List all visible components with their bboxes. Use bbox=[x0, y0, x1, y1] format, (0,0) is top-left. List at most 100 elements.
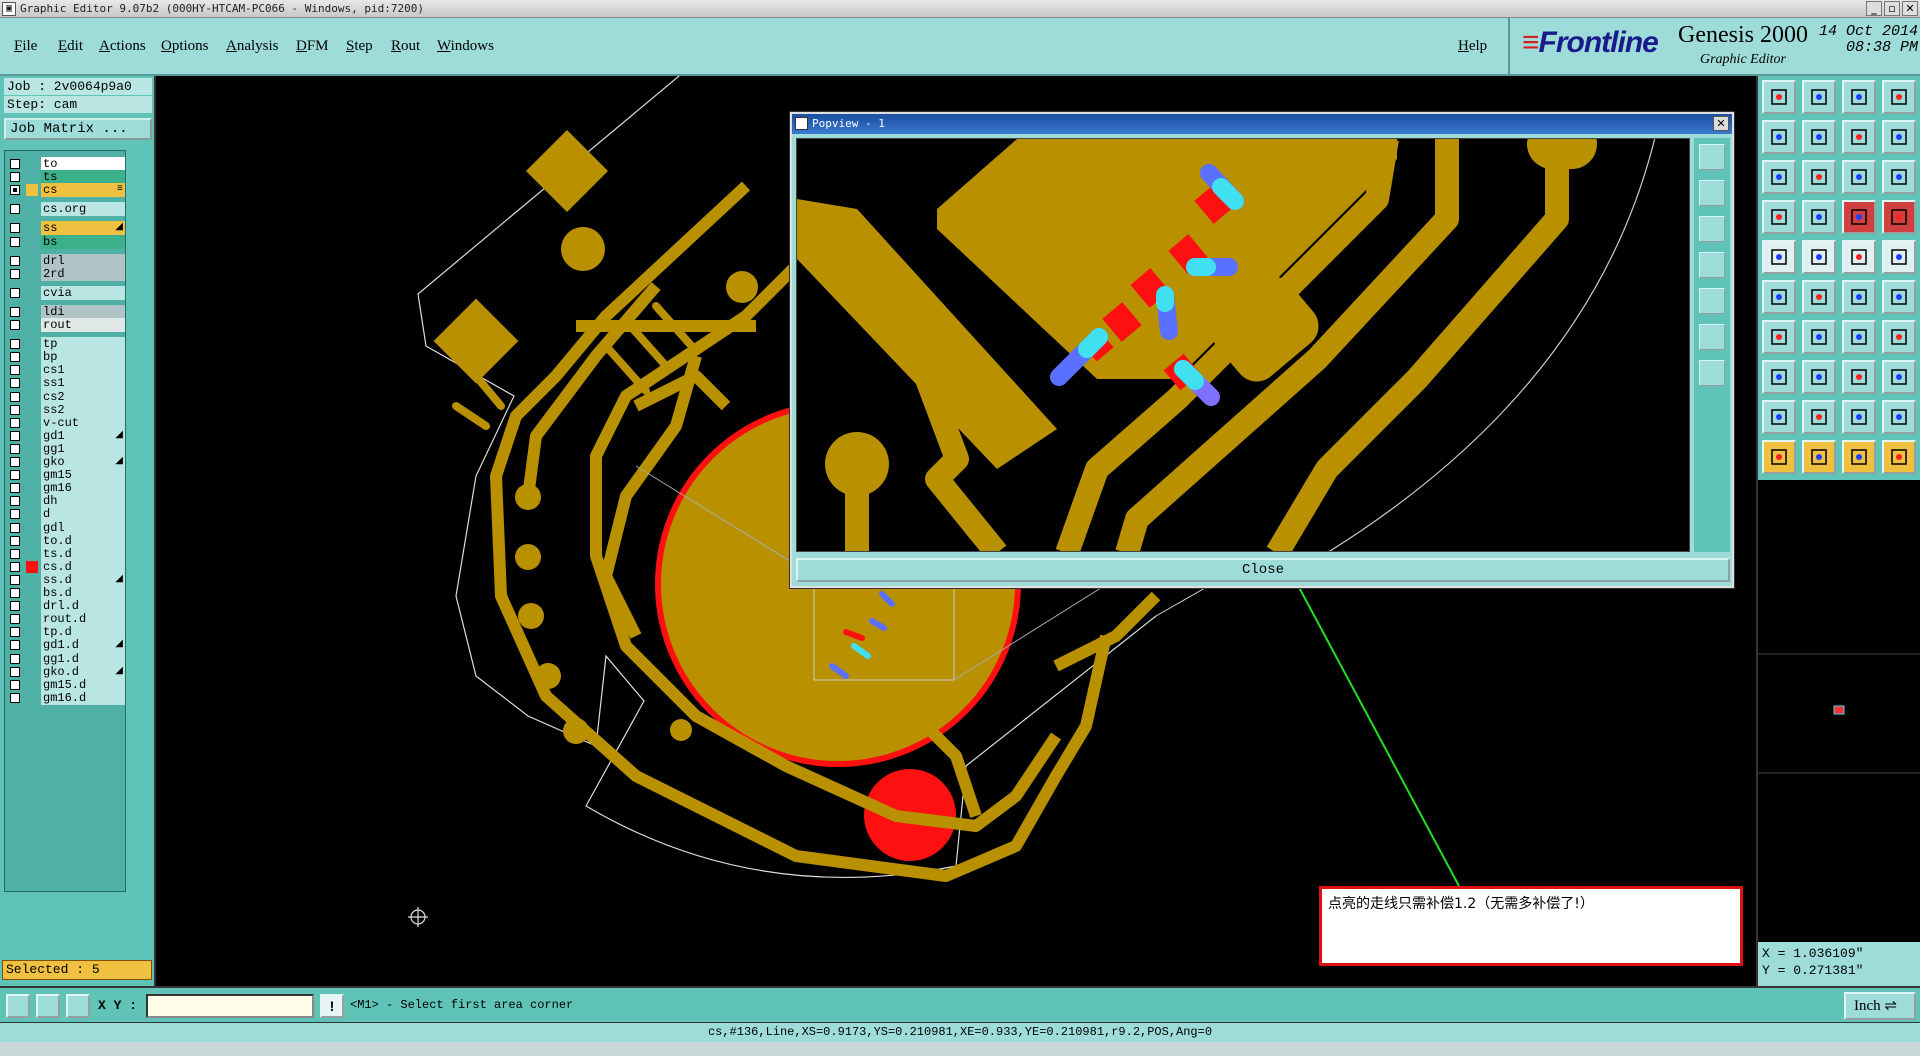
layer-row[interactable]: drl bbox=[7, 253, 125, 268]
layer-row[interactable]: gm15.d bbox=[7, 677, 125, 692]
menu-actions[interactable]: Actions bbox=[99, 38, 146, 55]
close-icon[interactable]: ✕ bbox=[1902, 1, 1918, 16]
layer-name[interactable]: dh bbox=[41, 494, 125, 509]
layer-row[interactable]: ss1 bbox=[7, 376, 125, 391]
layer-name[interactable]: gg1 bbox=[41, 441, 125, 456]
layer-checkbox[interactable] bbox=[10, 320, 20, 330]
layer-checkbox[interactable] bbox=[10, 204, 20, 215]
layer-row[interactable]: 2rd bbox=[7, 266, 125, 281]
layer-checkbox[interactable] bbox=[10, 430, 20, 441]
popview-canvas[interactable] bbox=[796, 138, 1690, 552]
layer-row[interactable]: drl.d bbox=[7, 599, 125, 614]
menu-edit[interactable]: Edit bbox=[58, 38, 83, 55]
layer-row[interactable]: ldi bbox=[7, 304, 125, 319]
layer-row[interactable]: gd1.d ◢ bbox=[7, 638, 125, 653]
layer-checkbox[interactable] bbox=[10, 159, 20, 169]
zoom-home-icon[interactable] bbox=[1762, 80, 1796, 114]
layer-row[interactable]: v-cut bbox=[7, 415, 125, 430]
layer-checkbox[interactable] bbox=[10, 548, 20, 559]
popview-center-icon[interactable] bbox=[1699, 360, 1725, 386]
layer-name[interactable]: gm16.d bbox=[41, 690, 125, 705]
layer-checkbox[interactable] bbox=[10, 457, 20, 467]
scale-icon[interactable] bbox=[1842, 160, 1876, 194]
layer-name[interactable]: gg1.d bbox=[41, 651, 125, 666]
line-tool-icon[interactable] bbox=[1802, 240, 1836, 274]
job-matrix-button[interactable]: Job Matrix ... bbox=[4, 118, 152, 140]
layer-checkbox[interactable] bbox=[10, 443, 20, 454]
layer-row[interactable]: gm16 bbox=[7, 481, 125, 496]
redo-view-icon[interactable] bbox=[1882, 120, 1916, 154]
layer-name[interactable]: ts.d bbox=[41, 546, 125, 561]
layer-checkbox[interactable] bbox=[10, 378, 20, 389]
layer-name[interactable]: gko.d ◢ bbox=[41, 664, 125, 679]
layer-name[interactable]: bs bbox=[41, 234, 125, 249]
layer-row[interactable]: gg1.d bbox=[7, 651, 125, 666]
triangle-outline-icon[interactable] bbox=[1762, 400, 1796, 434]
zoom-in-icon[interactable] bbox=[1802, 80, 1836, 114]
layer-name[interactable]: 2rd bbox=[41, 266, 125, 281]
layer-row[interactable]: cvia bbox=[7, 285, 125, 300]
menu-step[interactable]: Step bbox=[346, 38, 373, 55]
layer-checkbox[interactable] bbox=[10, 404, 20, 415]
layer-row[interactable]: tp.d bbox=[7, 625, 125, 640]
mirror-icon[interactable] bbox=[1882, 320, 1916, 354]
popview-title-bar[interactable]: Popview - 1 ✕ bbox=[792, 114, 1732, 134]
menu-rout[interactable]: Rout bbox=[391, 38, 420, 55]
layer-row[interactable]: ss2 bbox=[7, 402, 125, 417]
layer-row[interactable]: tp bbox=[7, 337, 125, 352]
layer-name[interactable]: rout.d bbox=[41, 612, 125, 627]
layer-checkbox[interactable] bbox=[10, 640, 20, 651]
minimize-icon[interactable]: _ bbox=[1866, 1, 1882, 16]
layer-checkbox[interactable] bbox=[10, 522, 20, 533]
menu-file[interactable]: File bbox=[14, 38, 37, 55]
layer-row[interactable]: rout.d bbox=[7, 612, 125, 627]
layer-name[interactable]: to bbox=[41, 157, 125, 171]
layer-name[interactable]: d bbox=[41, 507, 125, 522]
arrow-point-icon[interactable] bbox=[1882, 280, 1916, 314]
layer-row[interactable]: gd1 ◢ bbox=[7, 428, 125, 443]
layer-name[interactable]: cs1 bbox=[41, 363, 125, 378]
snap-icon[interactable] bbox=[6, 994, 30, 1018]
layer-row[interactable]: rout bbox=[7, 318, 125, 332]
popview-down-icon[interactable] bbox=[1699, 216, 1725, 242]
layer-checkbox[interactable] bbox=[10, 339, 20, 350]
layer-name[interactable]: tp.d bbox=[41, 625, 125, 640]
popview-zoom-icon[interactable] bbox=[1699, 144, 1725, 170]
resize-icon[interactable] bbox=[1842, 360, 1876, 394]
layer-name[interactable]: gm15 bbox=[41, 468, 125, 483]
layer-name[interactable]: ts bbox=[41, 170, 125, 185]
layer-name[interactable]: v-cut bbox=[41, 415, 125, 430]
layer-name[interactable]: cs.org bbox=[41, 202, 125, 217]
measure-bar-icon[interactable] bbox=[1842, 240, 1876, 274]
layer-checkbox[interactable] bbox=[10, 172, 20, 183]
center-icon[interactable] bbox=[1802, 160, 1836, 194]
layer-checkbox[interactable] bbox=[10, 236, 20, 247]
layer-name[interactable]: cs2 bbox=[41, 389, 125, 404]
pan-right-icon[interactable] bbox=[1802, 120, 1836, 154]
pan-left-icon[interactable] bbox=[1762, 120, 1796, 154]
layer-compare-icon[interactable] bbox=[1842, 200, 1876, 234]
home-icon[interactable] bbox=[1842, 80, 1876, 114]
cross-icon[interactable] bbox=[1802, 280, 1836, 314]
layer-name[interactable]: drl bbox=[41, 253, 125, 268]
layer-checkbox[interactable] bbox=[10, 185, 20, 196]
maximize-icon[interactable]: ▫ bbox=[1884, 1, 1900, 16]
add-feature-icon[interactable] bbox=[1762, 360, 1796, 394]
layer-checkbox[interactable] bbox=[10, 666, 20, 677]
layer-row[interactable]: to bbox=[7, 157, 125, 171]
layer-row[interactable]: gm15 bbox=[7, 468, 125, 483]
layer-name[interactable]: bp bbox=[41, 350, 125, 365]
layer-checkbox[interactable] bbox=[10, 614, 20, 625]
popview-up-icon[interactable] bbox=[1699, 180, 1725, 206]
layer-checkbox[interactable] bbox=[10, 268, 20, 279]
layer-name[interactable]: ss1 bbox=[41, 376, 125, 391]
alert-icon[interactable]: ! bbox=[320, 994, 344, 1018]
layer-name[interactable]: gm16 bbox=[41, 481, 125, 496]
layer-row[interactable]: d bbox=[7, 507, 125, 522]
layer-row[interactable]: ts bbox=[7, 170, 125, 185]
triangle-mark-icon[interactable] bbox=[1802, 400, 1836, 434]
layer-checkbox[interactable] bbox=[10, 365, 20, 376]
grid-icon[interactable] bbox=[36, 994, 60, 1018]
layer-row[interactable]: cs ≡ bbox=[7, 183, 125, 198]
grid-view-icon[interactable] bbox=[1802, 200, 1836, 234]
